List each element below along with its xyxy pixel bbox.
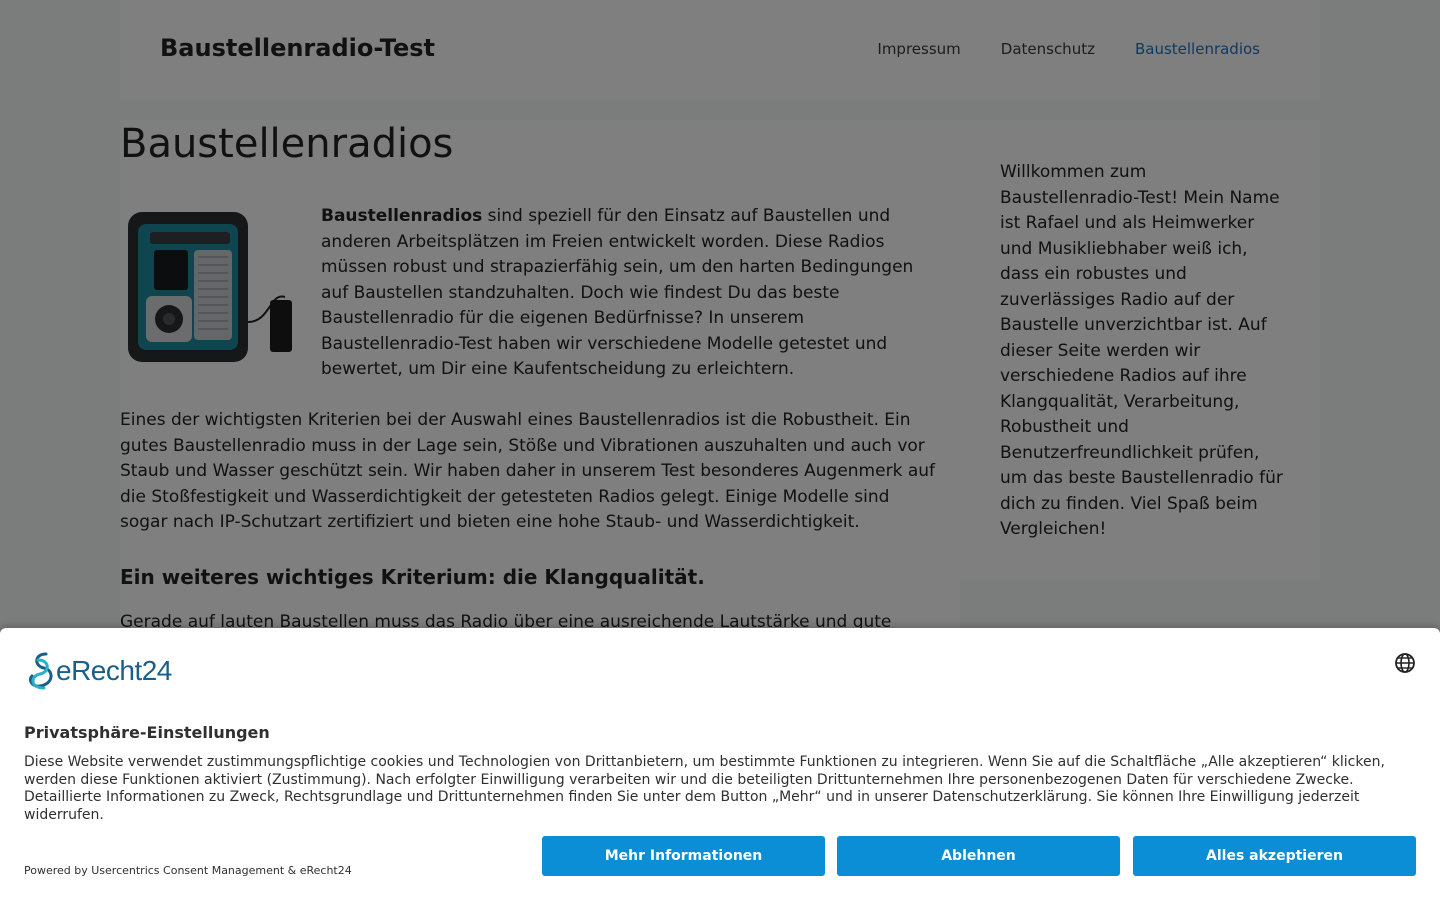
more-information-button[interactable]: Mehr Informationen bbox=[542, 836, 825, 876]
erecht24-logo-icon bbox=[28, 652, 53, 690]
consent-banner: eRecht24 Privatsphäre-Einstellungen Dies… bbox=[0, 628, 1440, 900]
globe-icon[interactable] bbox=[1394, 652, 1416, 674]
erecht24-logo: eRecht24 bbox=[24, 650, 172, 692]
consent-title: Privatsphäre-Einstellungen bbox=[24, 723, 270, 742]
accept-all-button[interactable]: Alles akzeptieren bbox=[1133, 836, 1416, 876]
deny-button[interactable]: Ablehnen bbox=[837, 836, 1120, 876]
erecht24-logo-text: eRecht24 bbox=[56, 655, 172, 686]
consent-description: Diese Website verwendet zustimmungspflic… bbox=[24, 754, 1385, 823]
powered-by-text: Powered by Usercentrics Consent Manageme… bbox=[24, 864, 352, 877]
